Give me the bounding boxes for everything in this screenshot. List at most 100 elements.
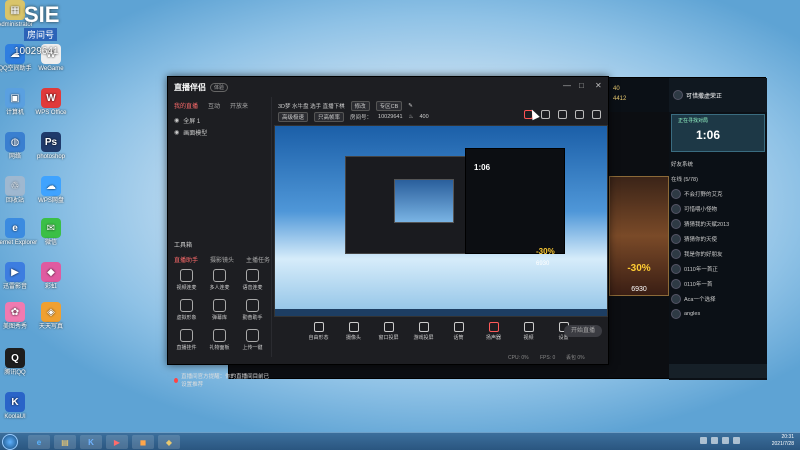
taskbar-game[interactable]: ◆: [158, 435, 180, 449]
game-profile-header[interactable]: 可惜撒虚荣正: [669, 78, 767, 112]
avatar-icon: [180, 299, 193, 312]
desktop-icon-label: 腾讯QQ: [4, 370, 26, 376]
video-icon: [523, 321, 534, 332]
room-id-label: 房间号：: [350, 115, 373, 121]
close-button[interactable]: ✕: [595, 81, 602, 90]
tab-my-live[interactable]: 我的直播: [174, 101, 198, 110]
desktop-icon[interactable]: ☁ WPS网盘: [22, 176, 80, 205]
minimize-button[interactable]: —: [563, 81, 571, 90]
avatar: [671, 203, 681, 214]
tray-icon[interactable]: [722, 437, 729, 444]
avatar: [671, 233, 681, 244]
video-button[interactable]: 视频: [517, 321, 541, 341]
desktop-icon[interactable]: ◆ 彩虹: [22, 262, 80, 291]
tool-voice-link[interactable]: 语音连麦: [236, 269, 269, 291]
room-label: 房间号: [24, 28, 58, 41]
taskbar-explorer[interactable]: ▤: [54, 435, 76, 449]
friend-row[interactable]: 0110年一首: [671, 276, 765, 291]
mode-select[interactable]: 只高帧率: [314, 112, 345, 122]
online-count[interactable]: 在线 (5/78): [671, 171, 765, 186]
taskbar-koola[interactable]: K: [80, 435, 102, 449]
currency-blue: 40: [613, 86, 620, 92]
notice-bar[interactable]: 直播间官方提醒：你的直播间目前已设置推荐: [174, 372, 271, 388]
friend-row[interactable]: 猜猜我的天赋2013: [671, 216, 765, 231]
tab-camera[interactable]: 摄影镜头: [210, 255, 234, 264]
tool-avatar[interactable]: 虚拟形象: [170, 299, 203, 321]
friend-row[interactable]: 可惜喂小怪物: [671, 201, 765, 216]
clock[interactable]: 20:31 2021/7/28: [772, 434, 794, 448]
speaker-button[interactable]: 扬声器: [482, 321, 506, 341]
app-icon: W: [41, 88, 61, 108]
scene-item[interactable]: ◉ 全屏 1: [168, 114, 271, 126]
tool-multi-link[interactable]: 多人连麦: [203, 269, 236, 291]
taskbar-stream-app[interactable]: ◼: [132, 435, 154, 449]
toolbox-tabs: 直播助手 摄影镜头 主播任务: [174, 255, 270, 264]
tab-interact[interactable]: 互动: [208, 101, 220, 110]
mic-button[interactable]: 话筒: [447, 321, 471, 341]
friend-row[interactable]: 不会打野的艾克: [671, 186, 765, 201]
tab-assistant[interactable]: 直播助手: [174, 255, 198, 264]
edit-button[interactable]: 修改: [350, 101, 370, 111]
alert-icon: [174, 377, 179, 383]
edit-icon[interactable]: ✎: [408, 103, 413, 109]
window-capture-button[interactable]: 窗口投屏: [377, 321, 401, 341]
friends-header: 好友系统: [671, 161, 694, 168]
tool-video-link[interactable]: 视频连麦: [170, 269, 203, 291]
friend-row[interactable]: 0110年一首正: [671, 261, 765, 276]
start-live-button[interactable]: 开始直播: [564, 325, 602, 337]
skin-art[interactable]: [609, 176, 669, 296]
nested-game-capture: 1:06 -30% 6930: [465, 148, 565, 267]
desktop-icon[interactable]: W WPS Office: [22, 88, 80, 117]
category-select[interactable]: 专区CB: [375, 101, 403, 111]
tray-icon[interactable]: [733, 437, 740, 444]
taskbar-ie[interactable]: e: [28, 435, 50, 449]
share-icon[interactable]: [592, 110, 601, 119]
friend-row[interactable]: 猜猜你的天使: [671, 231, 765, 246]
maximize-button[interactable]: □: [579, 81, 584, 90]
quality-select[interactable]: 高级极速: [278, 112, 309, 122]
streaming-app-window[interactable]: 直播伴侣 体验 — □ ✕ 我的直播 互动 开放来 ◉ 全屏 1 ◉ 画面模型 工具…: [167, 76, 609, 388]
desktop-icon[interactable]: K KoolaUI: [0, 392, 44, 421]
tool-upload[interactable]: 上传一键: [236, 329, 269, 351]
start-button[interactable]: [2, 434, 18, 450]
game-capture-button[interactable]: 游戏投屏: [412, 321, 436, 341]
desktop-icon-label: WeGame: [38, 66, 64, 72]
eye-icon[interactable]: ◉: [174, 129, 179, 136]
scene-item[interactable]: ◉ 画面模型: [168, 126, 271, 138]
desktop-icon[interactable]: Ps photoshop: [22, 132, 80, 161]
fire-icon: ♨: [408, 114, 414, 120]
bell-icon[interactable]: [575, 110, 584, 119]
avatar: [671, 218, 681, 229]
free-mode-button[interactable]: 自由形态: [307, 321, 331, 341]
queue-timer-box[interactable]: 正在寻找对局 1:06: [671, 114, 765, 152]
friend-row[interactable]: 我是你的好朋友: [671, 246, 765, 261]
tool-widget[interactable]: 直播挂件: [170, 329, 203, 351]
eye-icon[interactable]: ◉: [174, 117, 179, 124]
stat-fps: FPS: 0: [540, 355, 556, 361]
hot-count: 400: [419, 114, 429, 120]
currency-orange: 4412: [613, 96, 627, 102]
camera-button[interactable]: 摄像头: [342, 321, 366, 341]
desktop-icon-label: KoolaUI: [4, 414, 26, 420]
tab-open[interactable]: 开放来: [230, 101, 248, 110]
desktop-icon-label: 彩虹: [44, 284, 57, 290]
copy-icon[interactable]: [558, 110, 567, 119]
tool-danmaku[interactable]: 弹幕库: [203, 299, 236, 321]
desktop-icon-label: WPS Office: [35, 110, 67, 116]
desktop-icon[interactable]: Q 腾讯QQ: [0, 348, 44, 377]
tab-tasks[interactable]: 主播任务: [246, 255, 270, 264]
room-number: 10029641: [14, 46, 59, 57]
profile-avatar[interactable]: [673, 90, 683, 100]
tool-gift[interactable]: 礼物面板: [203, 329, 236, 351]
desktop-icon[interactable]: ✉ 微信: [22, 218, 80, 247]
friend-row[interactable]: angles: [671, 306, 765, 321]
tool-helper[interactable]: 勤奋助手: [236, 299, 269, 321]
stream-preview[interactable]: 1:06 -30% 6930: [274, 110, 608, 317]
tray-icon[interactable]: [711, 437, 718, 444]
taskbar-player[interactable]: ▶: [106, 435, 128, 449]
watermark-logo: SIE: [24, 2, 60, 27]
friend-row[interactable]: Aca一个选择: [671, 291, 765, 306]
lock-icon[interactable]: [541, 110, 550, 119]
tray-icon[interactable]: [700, 437, 707, 444]
desktop-icon[interactable]: ◈ 天天写真: [22, 302, 80, 331]
